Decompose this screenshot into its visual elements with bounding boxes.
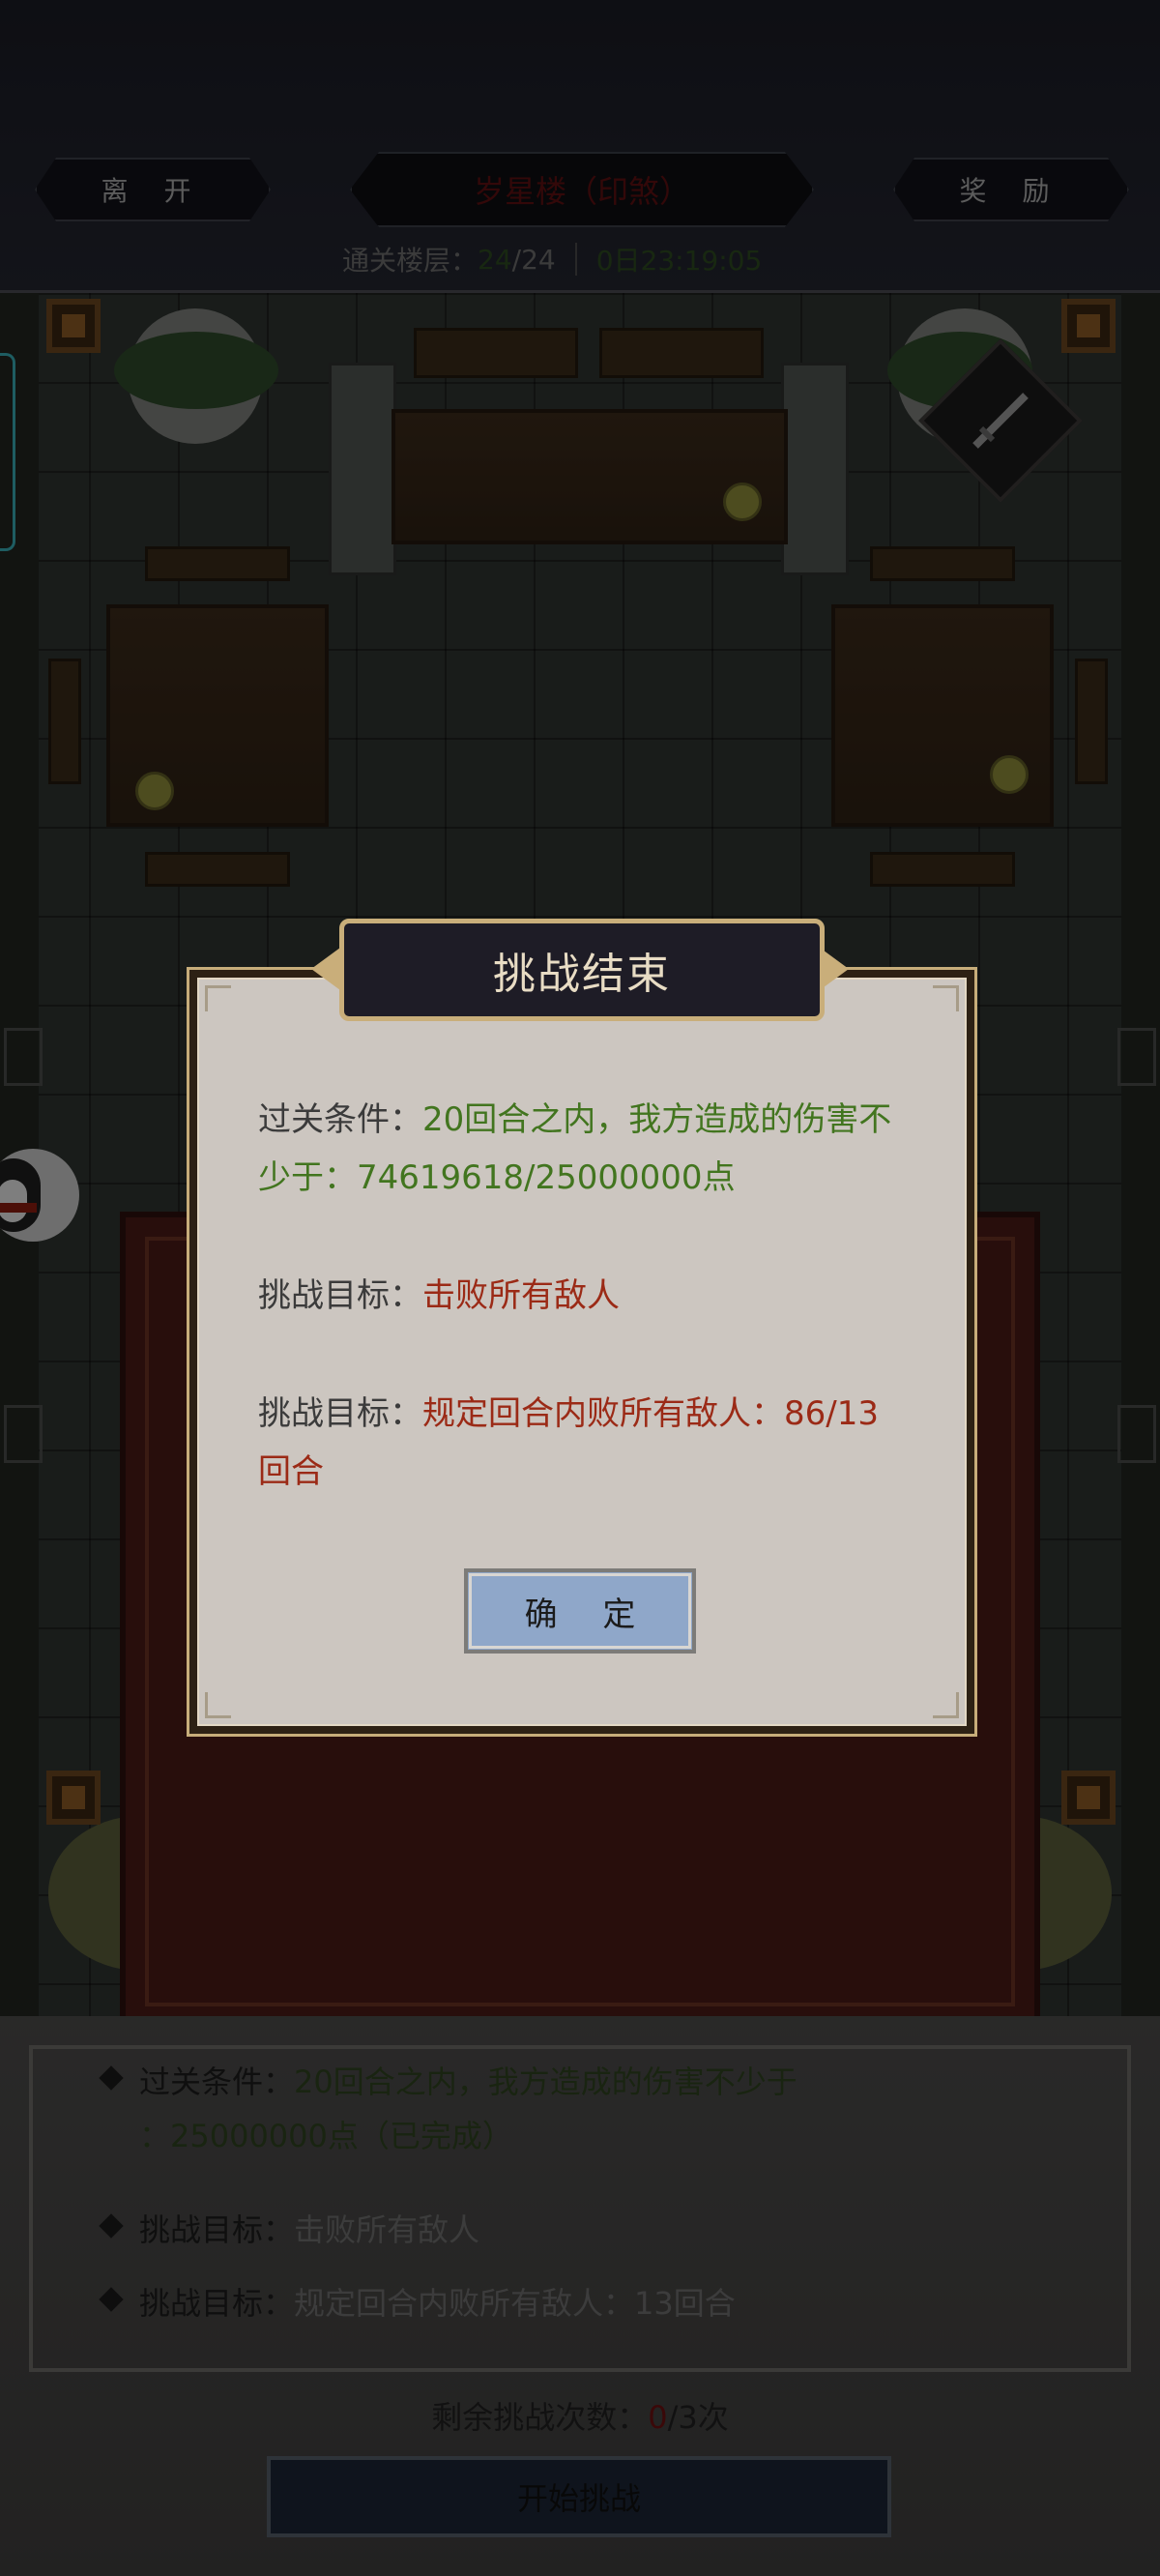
clear-condition-label: 过关条件： <box>258 1100 422 1139</box>
target-rounds-value: 规定回合内败所有敌人：86/13 <box>422 1394 879 1433</box>
confirm-button-label: 确 定 <box>524 1595 653 1634</box>
clear-condition-progress: 少于：74619618/25000000点 <box>258 1158 736 1197</box>
dialog-title: 挑战结束 <box>339 919 825 1021</box>
dialog-target-rounds: 挑战目标：规定回合内败所有敌人：86/13 回合 <box>258 1385 925 1501</box>
dialog-clear-condition: 过关条件：20回合之内，我方造成的伤害不 少于：74619618/2500000… <box>258 1091 925 1207</box>
target-rounds-unit: 回合 <box>258 1452 324 1491</box>
target-label: 挑战目标： <box>258 1276 422 1315</box>
target-value: 击败所有敌人 <box>422 1276 620 1315</box>
confirm-button[interactable]: 确 定 <box>464 1568 696 1654</box>
dialog-title-text: 挑战结束 <box>493 950 671 999</box>
dialog-target-defeat-all: 挑战目标：击败所有敌人 <box>258 1267 925 1325</box>
target-label: 挑战目标： <box>258 1394 422 1433</box>
clear-condition-value: 20回合之内，我方造成的伤害不 <box>422 1100 892 1139</box>
